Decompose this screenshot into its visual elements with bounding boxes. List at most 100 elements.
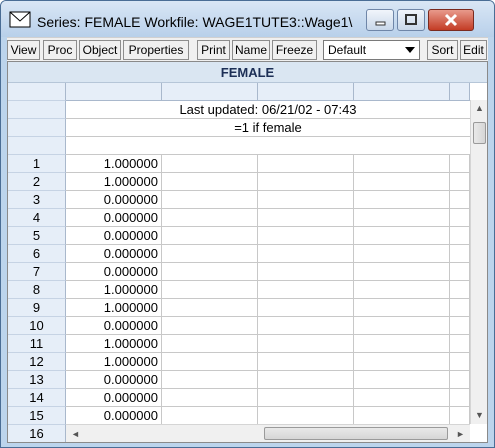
empty-cell[interactable] [162, 389, 258, 407]
value-cell[interactable]: 0.000000 [66, 407, 162, 425]
empty-cell[interactable] [354, 227, 450, 245]
empty-cell[interactable] [450, 263, 470, 281]
value-cell[interactable]: 0.000000 [66, 317, 162, 335]
empty-cell[interactable] [258, 317, 354, 335]
value-cell[interactable]: 0.000000 [66, 263, 162, 281]
row-number[interactable]: 8 [8, 281, 66, 299]
empty-cell[interactable] [450, 245, 470, 263]
empty-cell[interactable] [258, 389, 354, 407]
value-cell[interactable]: 0.000000 [66, 389, 162, 407]
close-button[interactable] [428, 9, 474, 31]
freeze-button[interactable]: Freeze [272, 40, 317, 60]
display-type-dropdown[interactable]: Default [323, 40, 420, 60]
value-cell[interactable]: 1.000000 [66, 299, 162, 317]
empty-cell[interactable] [450, 173, 470, 191]
empty-cell[interactable] [354, 389, 450, 407]
minimize-button[interactable] [366, 9, 394, 31]
title-bar[interactable]: Series: FEMALE Workfile: WAGE1TUTE3::Wag… [1, 1, 494, 37]
empty-cell[interactable] [354, 317, 450, 335]
empty-cell[interactable] [162, 407, 258, 425]
row-number[interactable]: 13 [8, 371, 66, 389]
empty-cell[interactable] [450, 389, 470, 407]
corner-cell[interactable] [8, 83, 66, 101]
value-cell[interactable]: 0.000000 [66, 371, 162, 389]
empty-cell[interactable] [450, 209, 470, 227]
empty-cell[interactable] [354, 263, 450, 281]
value-cell[interactable]: 0.000000 [66, 209, 162, 227]
empty-cell[interactable] [258, 407, 354, 425]
scroll-up-icon[interactable]: ▲ [475, 103, 484, 113]
empty-cell[interactable] [450, 353, 470, 371]
vertical-scrollbar[interactable]: ▲ ▼ [470, 100, 487, 424]
horizontal-scrollbar[interactable]: ◄ ► [66, 424, 470, 442]
vertical-scroll-thumb[interactable] [473, 122, 486, 144]
row-number[interactable]: 5 [8, 227, 66, 245]
empty-cell[interactable] [450, 335, 470, 353]
empty-cell[interactable] [162, 209, 258, 227]
scroll-down-icon[interactable]: ▼ [475, 410, 484, 420]
empty-cell[interactable] [450, 371, 470, 389]
row-number[interactable]: 6 [8, 245, 66, 263]
edit-button[interactable]: Edit [460, 40, 487, 60]
empty-cell[interactable] [258, 281, 354, 299]
value-cell[interactable]: 0.000000 [66, 191, 162, 209]
properties-button[interactable]: Properties [123, 40, 189, 60]
column-header[interactable] [258, 83, 354, 101]
proc-button[interactable]: Proc [43, 40, 77, 60]
empty-cell[interactable] [450, 281, 470, 299]
empty-cell[interactable] [162, 335, 258, 353]
object-button[interactable]: Object [79, 40, 121, 60]
empty-cell[interactable] [162, 245, 258, 263]
value-cell[interactable]: 1.000000 [66, 173, 162, 191]
row-number[interactable]: 16 [8, 425, 66, 442]
value-cell[interactable]: 1.000000 [66, 281, 162, 299]
column-header[interactable] [450, 83, 470, 101]
row-number[interactable]: 1 [8, 155, 66, 173]
empty-cell[interactable] [258, 209, 354, 227]
empty-cell[interactable] [258, 371, 354, 389]
empty-cell[interactable] [258, 299, 354, 317]
value-cell[interactable]: 1.000000 [66, 155, 162, 173]
empty-cell[interactable] [450, 299, 470, 317]
empty-cell[interactable] [258, 335, 354, 353]
value-cell[interactable]: 1.000000 [66, 335, 162, 353]
empty-cell[interactable] [258, 263, 354, 281]
empty-cell[interactable] [450, 191, 470, 209]
empty-cell[interactable] [354, 281, 450, 299]
scroll-right-icon[interactable]: ► [456, 429, 465, 439]
empty-cell[interactable] [354, 353, 450, 371]
row-number[interactable]: 9 [8, 299, 66, 317]
empty-cell[interactable] [258, 173, 354, 191]
empty-cell[interactable] [258, 245, 354, 263]
row-number[interactable]: 10 [8, 317, 66, 335]
row-number[interactable]: 14 [8, 389, 66, 407]
empty-cell[interactable] [162, 281, 258, 299]
row-number[interactable]: 15 [8, 407, 66, 425]
row-number[interactable]: 11 [8, 335, 66, 353]
empty-cell[interactable] [162, 155, 258, 173]
empty-cell[interactable] [258, 191, 354, 209]
empty-cell[interactable] [354, 299, 450, 317]
empty-cell[interactable] [354, 335, 450, 353]
empty-cell[interactable] [162, 191, 258, 209]
row-number[interactable]: 7 [8, 263, 66, 281]
empty-cell[interactable] [354, 407, 450, 425]
empty-cell[interactable] [450, 407, 470, 425]
column-header[interactable] [66, 83, 162, 101]
empty-cell[interactable] [258, 227, 354, 245]
empty-cell[interactable] [162, 227, 258, 245]
empty-cell[interactable] [258, 155, 354, 173]
value-cell[interactable]: 0.000000 [66, 227, 162, 245]
value-cell[interactable]: 1.000000 [66, 353, 162, 371]
empty-cell[interactable] [354, 371, 450, 389]
empty-cell[interactable] [450, 227, 470, 245]
empty-cell[interactable] [258, 353, 354, 371]
scroll-left-icon[interactable]: ◄ [71, 429, 80, 439]
row-number[interactable]: 4 [8, 209, 66, 227]
empty-cell[interactable] [354, 155, 450, 173]
horizontal-scroll-thumb[interactable] [264, 427, 448, 440]
print-button[interactable]: Print [197, 40, 230, 60]
empty-cell[interactable] [354, 173, 450, 191]
column-header[interactable] [162, 83, 258, 101]
view-button[interactable]: View [7, 40, 40, 60]
